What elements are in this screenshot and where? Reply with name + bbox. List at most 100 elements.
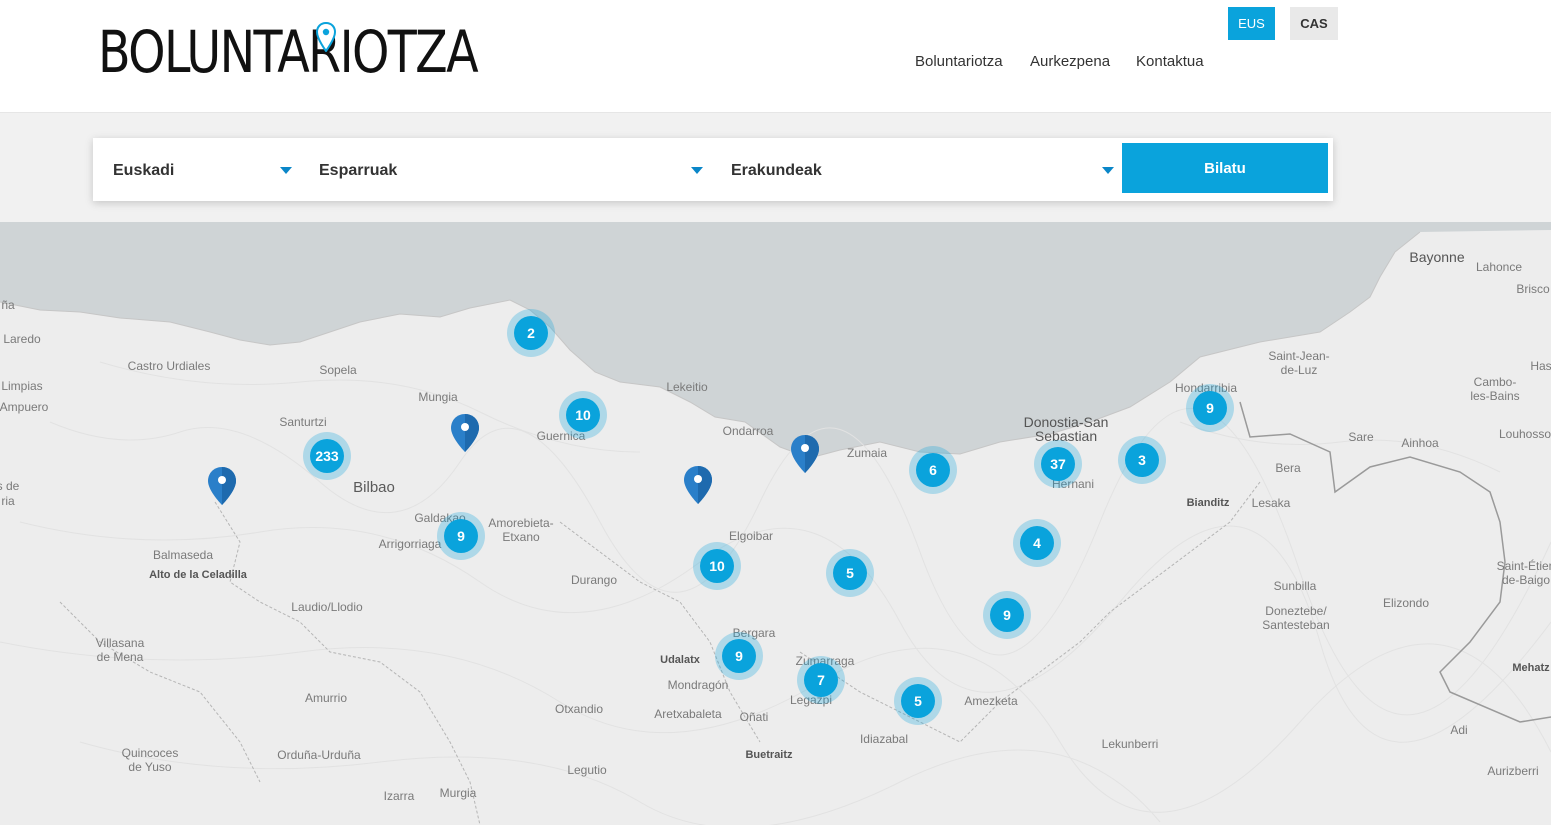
place-label: Bera: [1275, 461, 1301, 475]
place-label: Legutio: [567, 763, 607, 777]
place-label: Bianditz: [1186, 497, 1230, 509]
place-label: Arrigorriaga: [378, 537, 442, 551]
map-cluster-count: 9: [990, 598, 1024, 632]
place-label: Santurtzi: [279, 415, 327, 429]
search-button[interactable]: Bilatu: [1122, 143, 1328, 193]
place-label: ria: [1, 494, 15, 508]
organization-select[interactable]: Erakundeak: [713, 138, 1121, 201]
place-label: Villasana de Mena: [95, 636, 145, 664]
region-select-value: Euskadi: [113, 162, 175, 179]
place-label: Bayonne: [1409, 249, 1465, 265]
place-label: Mondragón: [667, 678, 729, 692]
nav-aurkezpena[interactable]: Aurkezpena: [1030, 53, 1110, 70]
place-label: Zumaia: [846, 446, 888, 460]
place-label: Lesaka: [1251, 496, 1291, 510]
place-label: Lekunberri: [1101, 737, 1159, 751]
place-label: Bilbao: [353, 479, 395, 496]
place-label: Sunbilla: [1273, 579, 1317, 593]
place-label: Sopela: [319, 363, 357, 377]
place-label: Buetraitz: [745, 749, 793, 761]
place-label: Saint-Étien de-Baigo: [1496, 559, 1551, 587]
place-label: Elizondo: [1382, 596, 1430, 610]
map-cluster-count: 6: [916, 453, 950, 487]
organization-select-value: Erakundeak: [731, 162, 822, 179]
place-label: Donostia-San Sebastian: [1023, 414, 1109, 444]
place-label: Limpias: [1, 379, 43, 393]
map-cluster[interactable]: 6: [909, 446, 957, 494]
map-cluster[interactable]: 2: [507, 309, 555, 357]
place-label: Sare: [1348, 430, 1374, 444]
sea-area: [0, 222, 1551, 458]
language-eus-button[interactable]: EUS: [1228, 7, 1275, 40]
nav-boluntariotza[interactable]: Boluntariotza: [915, 53, 1003, 70]
map-cluster[interactable]: 4: [1013, 519, 1061, 567]
map-cluster[interactable]: 233: [303, 432, 351, 480]
place-label: Adi: [1450, 723, 1468, 737]
place-label: Lekeitio: [666, 380, 708, 394]
map-cluster-count: 5: [833, 556, 867, 590]
map-cluster[interactable]: 37: [1034, 440, 1082, 488]
place-label: ña: [1, 298, 15, 312]
place-label: Idiazabal: [859, 732, 909, 746]
map-cluster[interactable]: 3: [1118, 436, 1166, 484]
map-cluster-count: 233: [310, 439, 344, 473]
map-pin-icon[interactable]: [207, 466, 237, 506]
map-pin-icon[interactable]: [450, 413, 480, 453]
place-label: Alto de la Celadilla: [149, 569, 247, 581]
place-label: Castro Urdiales: [127, 359, 211, 373]
place-label: Has: [1530, 359, 1551, 373]
map-cluster[interactable]: 9: [983, 591, 1031, 639]
map-cluster[interactable]: 9: [1186, 384, 1234, 432]
place-label: Ondarroa: [722, 424, 774, 438]
map-cluster[interactable]: 7: [797, 656, 845, 704]
site-logo[interactable]: BOLUNTARIOTZA: [98, 20, 479, 84]
map-cluster-count: 3: [1125, 443, 1159, 477]
site-header: BOLUNTARIOTZA EUS CAS Boluntariotza Aurk…: [0, 0, 1551, 113]
region-chevron-down-icon: [280, 167, 292, 174]
scope-select-value: Esparruak: [319, 162, 398, 179]
map-cluster-count: 9: [444, 519, 478, 553]
map-cluster-count: 2: [514, 316, 548, 350]
map-cluster-count: 9: [722, 639, 756, 673]
place-label: Aretxabaleta: [654, 707, 722, 721]
place-label: Doneztebe/Santesteban: [1262, 604, 1330, 632]
place-label: Balmaseda: [152, 548, 214, 562]
place-label: Orduña-Urduña: [277, 748, 361, 762]
map-pin-icon[interactable]: [790, 434, 820, 474]
map-cluster[interactable]: 9: [437, 512, 485, 560]
map-pin-icon[interactable]: [683, 465, 713, 505]
map-cluster[interactable]: 5: [894, 677, 942, 725]
place-label: Udalatx: [660, 654, 700, 666]
map-cluster-count: 10: [566, 398, 600, 432]
map-cluster-count: 5: [901, 684, 935, 718]
map-cluster-count: 4: [1020, 526, 1054, 560]
map-cluster[interactable]: 9: [715, 632, 763, 680]
place-label: Amezketa: [964, 694, 1018, 708]
map-cluster-count: 7: [804, 663, 838, 697]
map-cluster-count: 9: [1193, 391, 1227, 425]
place-label: Izarra: [383, 789, 415, 803]
map[interactable]: Laredo Castro Urdiales Limpias Ampuero Sopel…: [0, 222, 1551, 825]
place-label: Laredo: [3, 332, 41, 346]
map-cluster[interactable]: 10: [559, 391, 607, 439]
place-label: Cambo-les-Bains: [1470, 375, 1520, 403]
place-label: Mungia: [418, 390, 458, 404]
region-select[interactable]: Euskadi: [93, 138, 298, 201]
map-cluster[interactable]: 5: [826, 549, 874, 597]
place-label: Quincoces de Yuso: [121, 746, 179, 774]
map-cluster[interactable]: 10: [693, 542, 741, 590]
place-label: Amurrio: [304, 691, 348, 705]
place-label: Saint-Jean-de-Luz: [1268, 349, 1330, 377]
map-cluster-count: 10: [700, 549, 734, 583]
language-cas-button[interactable]: CAS: [1290, 7, 1338, 40]
place-label: Elgoibar: [728, 529, 774, 543]
place-label: Murgia: [439, 786, 477, 800]
place-label: s de: [0, 479, 20, 493]
logo-text: BOLUNTARIOTZA: [98, 18, 479, 86]
place-label: Ainhoa: [1401, 436, 1439, 450]
place-label: Aurizberri: [1487, 764, 1539, 778]
scope-select[interactable]: Esparruak: [299, 138, 711, 201]
place-label: Durango: [570, 573, 618, 587]
place-label: Oñati: [739, 710, 769, 724]
nav-kontaktua[interactable]: Kontaktua: [1136, 53, 1204, 70]
